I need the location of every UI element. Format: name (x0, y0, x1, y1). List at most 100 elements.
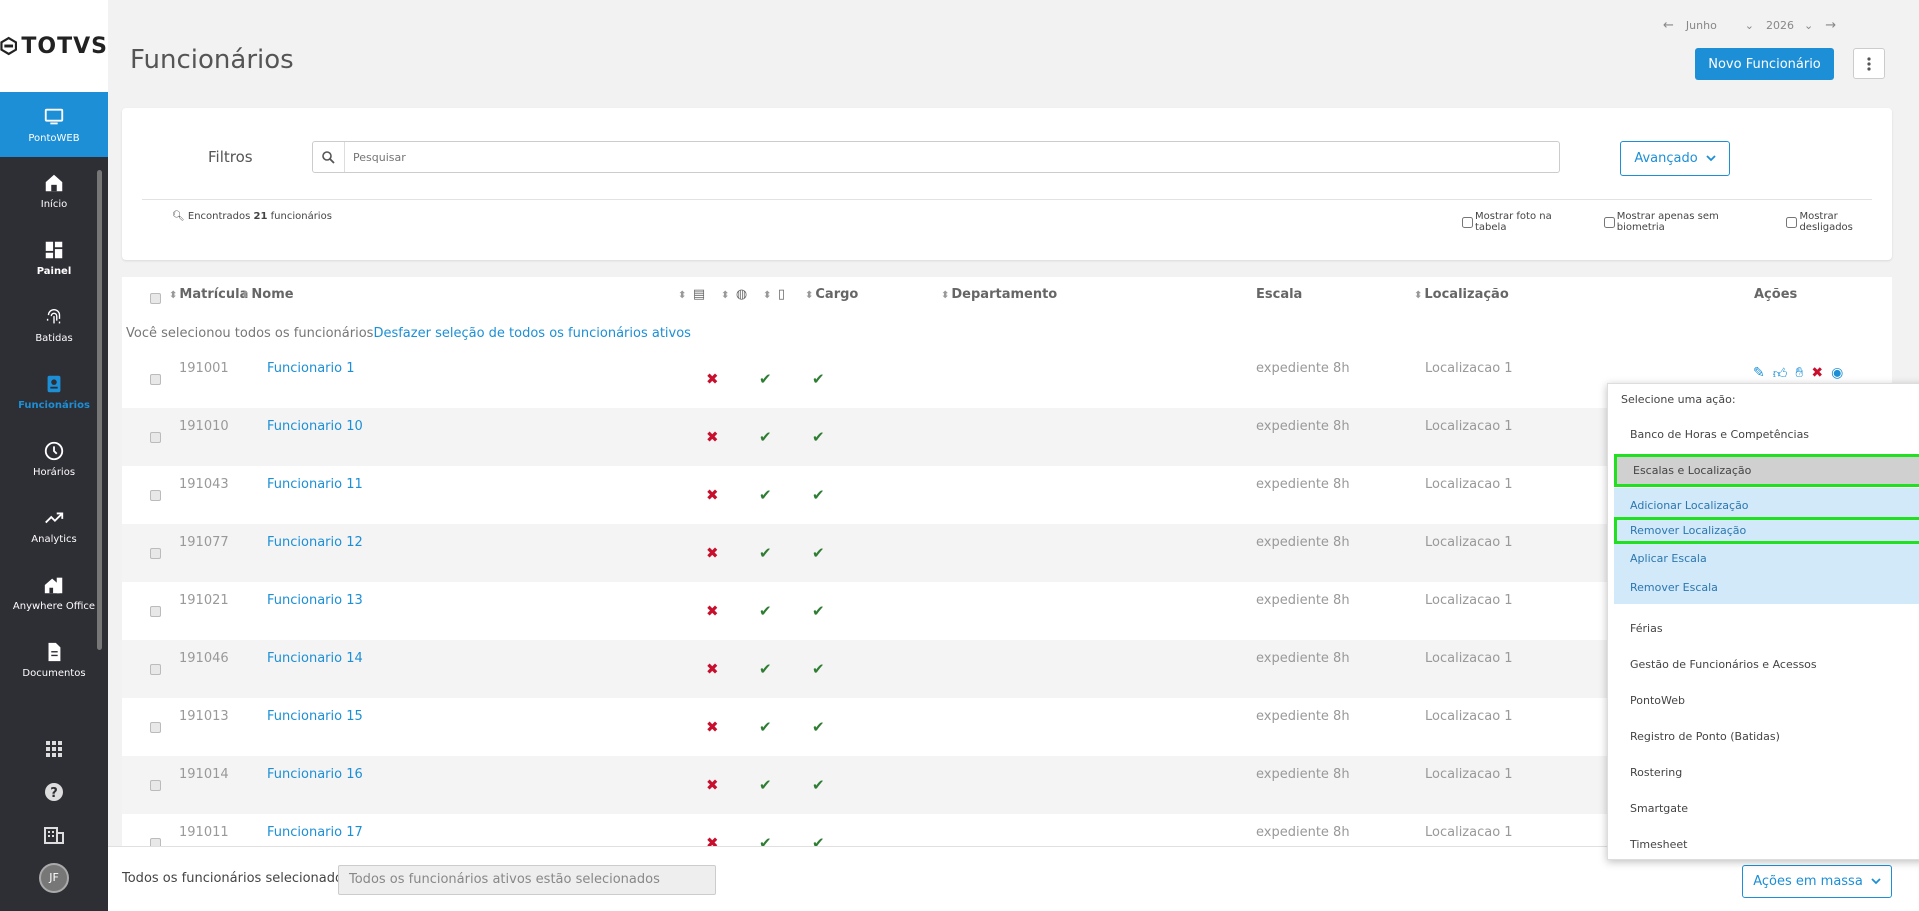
month-select[interactable]: Junho ⌄ (1686, 19, 1754, 32)
header-nome[interactable]: ⬍ Nome (241, 287, 294, 302)
employee-name-link[interactable]: Funcionario 16 (267, 767, 363, 782)
submenu-escalas: Adicionar Localização Remover Localizaçã… (1614, 488, 1919, 604)
group-escalas-e-localizacao[interactable]: Escalas e Localização (1614, 454, 1919, 487)
group-registro-de-ponto[interactable]: Registro de Ponto (Batidas) (1608, 718, 1919, 754)
sidebar-item-funcionarios[interactable]: Funcionários (0, 358, 108, 425)
prev-month-arrow-icon[interactable]: ← (1663, 18, 1674, 33)
check-icon: ✔ (759, 776, 772, 794)
sidebar-item-label: Horários (32, 466, 76, 478)
employee-name-link[interactable]: Funcionario 1 (267, 361, 354, 376)
year-select[interactable]: 2026 ⌄ (1766, 19, 1813, 32)
totvs-logo-icon (0, 36, 18, 56)
header-acoes: Ações (1754, 287, 1798, 302)
check-icon: ✔ (812, 718, 825, 736)
group-gestao-funcionarios[interactable]: Gestão de Funcionários e Acessos (1608, 646, 1919, 682)
row-checkbox[interactable] (150, 606, 161, 617)
employee-name-link[interactable]: Funcionario 17 (267, 825, 363, 840)
show-inactive-checkbox[interactable]: Mostrar desligados (1786, 211, 1892, 233)
check-icon: ✔ (812, 776, 825, 794)
mass-actions-button[interactable]: Ações em massa (1742, 865, 1892, 898)
header-cargo[interactable]: ⬍ Cargo (805, 287, 858, 302)
employee-name-link[interactable]: Funcionario 12 (267, 535, 363, 550)
totvs-logo[interactable]: TOTVS (0, 0, 108, 92)
action-remover-escala[interactable]: Remover Escala (1614, 574, 1919, 601)
edit-icon[interactable]: ✎ (1753, 365, 1765, 382)
sidebar-item-documentos[interactable]: Documentos (0, 626, 108, 693)
company-button[interactable] (0, 813, 108, 856)
header-localizacao[interactable]: ⬍ Localização (1414, 287, 1509, 302)
group-timesheet[interactable]: Timesheet (1608, 826, 1919, 862)
header-web[interactable]: ⬍ ◍ (721, 287, 747, 302)
employee-name-link[interactable]: Funcionario 14 (267, 651, 363, 666)
document-icon (48, 642, 61, 661)
action-remover-localizacao[interactable]: Remover Localização (1614, 517, 1919, 544)
sort-icon: ⬍ (721, 290, 730, 301)
row-checkbox[interactable] (150, 432, 161, 443)
row-checkbox[interactable] (150, 780, 161, 791)
avatar: JF (39, 862, 69, 893)
cell-escala: expediente 8h (1256, 419, 1350, 434)
sidebar-item-inicio[interactable]: Início (0, 157, 108, 224)
select-all-checkbox[interactable] (150, 293, 161, 304)
group-pontoweb[interactable]: PontoWeb (1608, 682, 1919, 718)
show-photo-checkbox[interactable]: Mostrar foto na tabela (1462, 211, 1584, 233)
cell-escala: expediente 8h (1256, 593, 1350, 608)
group-banco-de-horas[interactable]: Banco de Horas e Competências (1608, 416, 1919, 452)
header-departamento[interactable]: ⬍ Departamento (941, 287, 1057, 302)
sidebar-item-batidas[interactable]: Batidas (0, 291, 108, 358)
group-rostering[interactable]: Rostering (1608, 754, 1919, 790)
group-smartgate[interactable]: Smartgate (1608, 790, 1919, 826)
action-adicionar-localizacao[interactable]: Adicionar Localização (1614, 492, 1919, 519)
header-mobile[interactable]: ⬍ ▯ (763, 287, 785, 302)
search-box[interactable] (312, 141, 1560, 173)
checkbox[interactable] (1603, 216, 1615, 228)
checkbox[interactable] (1786, 216, 1798, 228)
header-matricula[interactable]: ⬍ Matrícula (169, 287, 248, 302)
sort-icon: ⬍ (763, 290, 772, 301)
action-aplicar-escala[interactable]: Aplicar Escala (1614, 545, 1919, 572)
sidebar-item-painel[interactable]: Painel (0, 224, 108, 291)
building-icon (44, 826, 64, 844)
employee-name-link[interactable]: Funcionario 10 (267, 419, 363, 434)
selection-notice: Você selecionou todos os funcionáriosDes… (126, 326, 691, 341)
header-biometrics[interactable]: ⬍ ▤ (678, 287, 705, 302)
sort-icon: ⬍ (1414, 290, 1423, 301)
hand-icon[interactable]: ✋︎ (1795, 365, 1803, 382)
next-month-arrow-icon[interactable]: → (1825, 18, 1836, 33)
user-avatar-button[interactable]: JF (0, 856, 108, 899)
sidebar-item-analytics[interactable]: Analytics (0, 492, 108, 559)
new-employee-button[interactable]: Novo Funcionário (1695, 48, 1834, 80)
row-checkbox[interactable] (150, 374, 161, 385)
no-biometrics-checkbox[interactable]: Mostrar apenas sem biometria (1603, 211, 1767, 233)
sidebar-item-pontoweb[interactable]: PontoWEB (0, 92, 108, 157)
found-number: 21 (253, 211, 268, 222)
sidebar-item-horarios[interactable]: Horários (0, 425, 108, 492)
check-icon: ✔ (759, 428, 772, 446)
divider (142, 199, 1872, 200)
apps-grid-button[interactable] (0, 727, 108, 770)
undo-selection-link[interactable]: Desfazer seleção de todos os funcionário… (373, 326, 691, 341)
view-icon[interactable]: ◉ (1831, 365, 1843, 382)
employee-name-link[interactable]: Funcionario 15 (267, 709, 363, 724)
help-button[interactable]: ? (0, 770, 108, 813)
checkbox[interactable] (1462, 216, 1473, 228)
chevron-down-icon: ⌄ (1744, 19, 1755, 32)
employee-name-link[interactable]: Funcionario 11 (267, 477, 363, 492)
thumbs-up-icon[interactable]: 👍︎ (1773, 365, 1788, 382)
row-checkbox[interactable] (150, 664, 161, 675)
employee-name-link[interactable]: Funcionario 13 (267, 593, 363, 608)
search-input[interactable] (353, 150, 1503, 164)
group-ferias[interactable]: Férias (1608, 610, 1919, 646)
advanced-filter-button[interactable]: Avançado (1620, 141, 1730, 176)
row-checkbox[interactable] (150, 548, 161, 559)
more-options-button[interactable] (1853, 48, 1885, 79)
delete-icon[interactable]: ✖ (1811, 365, 1823, 382)
row-checkbox[interactable] (150, 722, 161, 733)
check-icon: ✔ (812, 544, 825, 562)
sidebar-item-anywhere-office[interactable]: Anywhere Office (0, 559, 108, 626)
group-label: Gestão de Funcionários e Acessos (1630, 657, 1817, 671)
house-icon (44, 577, 63, 593)
sidebar-item-label: Anywhere Office (12, 600, 96, 612)
row-checkbox[interactable] (150, 490, 161, 501)
sidebar-scrollbar[interactable] (97, 170, 102, 650)
